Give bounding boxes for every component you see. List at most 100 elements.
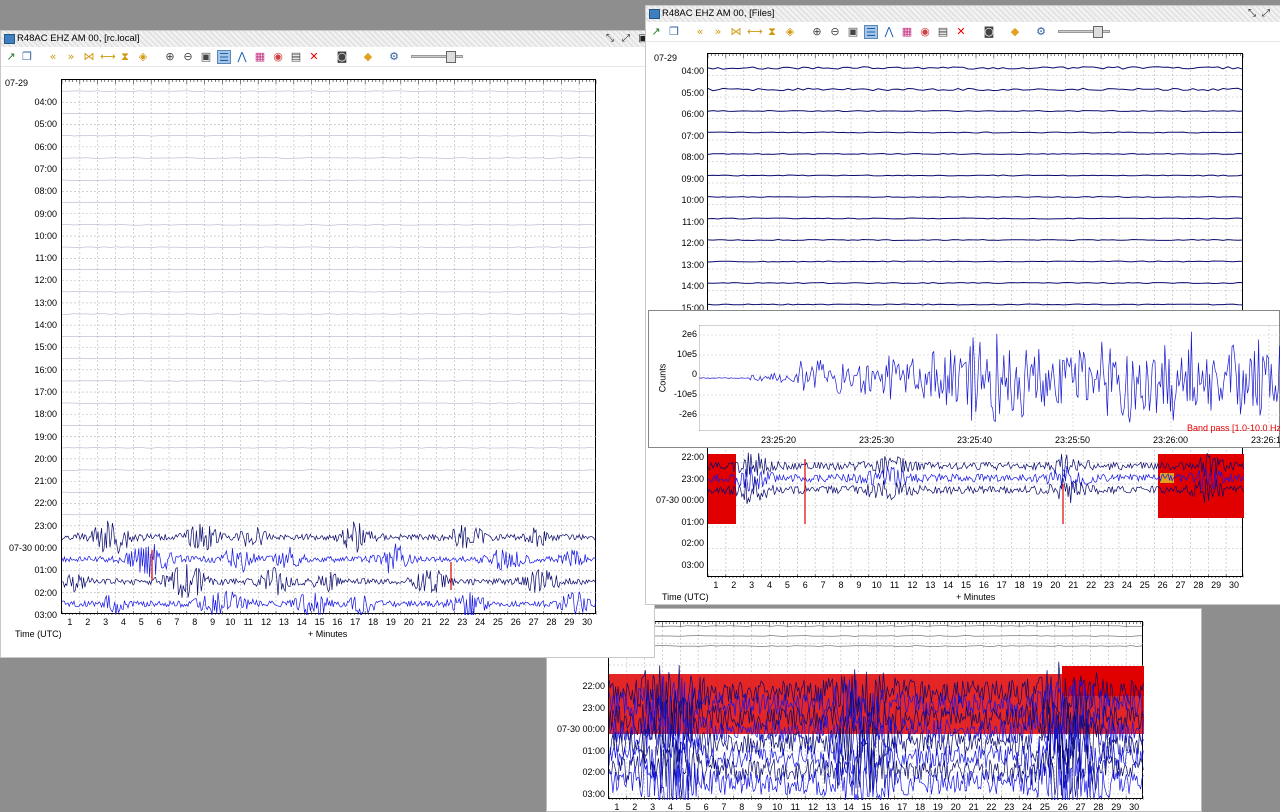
hour-label: 06:00 bbox=[681, 109, 704, 119]
trace-line bbox=[609, 625, 1143, 627]
hour-label: 02:00 bbox=[34, 587, 57, 598]
zoom-slider-knob[interactable] bbox=[446, 51, 456, 63]
hour-label: 19:00 bbox=[34, 431, 57, 442]
trace-line bbox=[62, 202, 597, 204]
minute-label: 30 bbox=[582, 617, 593, 627]
minute-label: 30 bbox=[1229, 580, 1240, 590]
hour-label: 05:00 bbox=[681, 87, 704, 98]
zoom-fit-icon[interactable]: ▣ bbox=[846, 25, 860, 39]
left-title-bar[interactable]: R48AC EHZ AM 00, [rc.local] ⤡ ⤢ ▣ bbox=[1, 31, 654, 47]
settings-icon[interactable]: ⚙ bbox=[387, 50, 401, 64]
hour-label: 08:00 bbox=[681, 152, 704, 162]
maximize-icon[interactable]: ⤢ bbox=[1260, 8, 1272, 19]
trace-line bbox=[62, 380, 597, 382]
zoom-slider[interactable] bbox=[411, 51, 463, 63]
hour-label: 01:00 bbox=[582, 745, 605, 756]
trace-line bbox=[62, 224, 597, 226]
hour-label: 08:00 bbox=[34, 186, 57, 197]
right-minutes-axis-label: + Minutes bbox=[956, 592, 996, 602]
spectrum-icon[interactable]: ⋀ bbox=[235, 50, 249, 64]
export-icon[interactable]: ↗ bbox=[649, 25, 663, 39]
waveform-xtick: 23:25:40 bbox=[957, 435, 993, 445]
filter-icon[interactable]: ◈ bbox=[136, 50, 150, 64]
hourglass-icon[interactable]: ⧗ bbox=[118, 50, 132, 64]
rewind-icon[interactable]: « bbox=[693, 25, 707, 39]
helicorder-icon[interactable]: ☰ bbox=[864, 25, 878, 39]
waveform-line bbox=[699, 331, 1280, 423]
right-toolbar: ↗ ❐ « » ⋈ ⟷ ⧗ ◈ ⊕ ⊖ ▣ ☰ ⋀ ▦ ◉ ▤ ✕ ◙ ◆ ⚙ bbox=[646, 22, 1280, 42]
maximize-icon[interactable]: ⤢ bbox=[620, 33, 632, 44]
hour-label: 11:00 bbox=[35, 253, 57, 264]
waveform-trace bbox=[699, 325, 1280, 431]
zoom-fit-icon[interactable]: ▣ bbox=[199, 50, 213, 64]
hourglass-icon[interactable]: ⧗ bbox=[765, 25, 779, 39]
expand-icon[interactable]: ⟷ bbox=[747, 25, 763, 39]
zoom-slider-knob[interactable] bbox=[1093, 26, 1103, 38]
tag-icon[interactable]: ◆ bbox=[361, 50, 375, 64]
left-window-title: R48AC EHZ AM 00, [rc.local] bbox=[17, 33, 140, 44]
hour-label: 16:00 bbox=[34, 364, 57, 375]
hour-label: 21:00 bbox=[34, 476, 57, 487]
close-icon[interactable]: ✕ bbox=[954, 25, 968, 39]
hour-label: 23:00 bbox=[34, 520, 57, 531]
copy-icon[interactable]: ❐ bbox=[20, 50, 34, 64]
left-minutes-axis-label: + Minutes bbox=[308, 629, 348, 639]
zoom-in-icon[interactable]: ⊕ bbox=[810, 25, 824, 39]
hour-label: 11:00 bbox=[682, 216, 704, 227]
spectrum-icon[interactable]: ⋀ bbox=[882, 25, 896, 39]
trace-line bbox=[708, 260, 1244, 263]
waveform-xtick: 23:25:20 bbox=[761, 435, 797, 445]
spectrogram-icon[interactable]: ▦ bbox=[900, 25, 914, 39]
rewind-icon[interactable]: « bbox=[46, 50, 60, 64]
event-highlight bbox=[708, 454, 736, 524]
settings-icon[interactable]: ⚙ bbox=[1034, 25, 1048, 39]
close-icon[interactable]: ✕ bbox=[307, 50, 321, 64]
bottom-helicorder-plot[interactable] bbox=[608, 621, 1144, 800]
copy-icon[interactable]: ❐ bbox=[667, 25, 681, 39]
hour-label: 06:00 bbox=[34, 141, 57, 152]
trace-line bbox=[62, 135, 597, 137]
hour-label: 13:00 bbox=[34, 297, 57, 308]
forward-icon[interactable]: » bbox=[711, 25, 725, 39]
filter-label: Band pass [1.0-10.0 Hz bbox=[1187, 423, 1280, 433]
right-title-bar[interactable]: R48AC EHZ AM 00, [Files] ⤡ ⤢ bbox=[646, 6, 1280, 22]
filter-icon[interactable]: ◈ bbox=[783, 25, 797, 39]
left-helicorder-plot[interactable] bbox=[61, 79, 597, 615]
restore-icon[interactable]: ⤡ bbox=[604, 33, 616, 44]
hour-label: 02:00 bbox=[681, 538, 704, 548]
hour-label: 04:00 bbox=[34, 97, 57, 108]
trace-line bbox=[708, 131, 1244, 134]
zoom-in-icon[interactable]: ⊕ bbox=[163, 50, 177, 64]
selection-box bbox=[1160, 473, 1174, 483]
forward-icon[interactable]: » bbox=[64, 50, 78, 64]
hour-label: 13:00 bbox=[681, 259, 704, 270]
right-window-title: R48AC EHZ AM 00, [Files] bbox=[662, 8, 775, 19]
zoom-slider[interactable] bbox=[1058, 26, 1110, 38]
restore-icon[interactable]: ⤡ bbox=[1246, 8, 1258, 19]
zoom-out-icon[interactable]: ⊖ bbox=[181, 50, 195, 64]
app-icon bbox=[649, 9, 660, 19]
hour-label: 07-30 00:00 bbox=[8, 542, 57, 553]
spectrogram-icon[interactable]: ▦ bbox=[253, 50, 267, 64]
shrink-icon[interactable]: ⋈ bbox=[729, 25, 743, 39]
trash-icon[interactable]: ▤ bbox=[936, 25, 950, 39]
camera-icon[interactable]: ◙ bbox=[982, 25, 996, 39]
left-time-axis-label: Time (UTC) bbox=[15, 629, 62, 639]
trace-line bbox=[62, 179, 597, 181]
trace-line bbox=[62, 358, 597, 360]
trace-line bbox=[62, 543, 597, 578]
export-icon[interactable]: ↗ bbox=[4, 50, 18, 64]
palette-icon[interactable]: ◉ bbox=[918, 25, 932, 39]
shrink-icon[interactable]: ⋈ bbox=[82, 50, 96, 64]
hour-label: 02:00 bbox=[582, 767, 605, 777]
trace-line bbox=[62, 246, 597, 248]
camera-icon[interactable]: ◙ bbox=[335, 50, 349, 64]
waveform-popup[interactable]: Counts 2e6 10e5 0 -10e5 -2e6 23:25:20 23:25:3… bbox=[648, 310, 1280, 448]
expand-icon[interactable]: ⟷ bbox=[100, 50, 116, 64]
palette-icon[interactable]: ◉ bbox=[271, 50, 285, 64]
helicorder-icon[interactable]: ☰ bbox=[217, 50, 231, 64]
tag-icon[interactable]: ◆ bbox=[1008, 25, 1022, 39]
right-helicorder-window: R48AC EHZ AM 00, [Files] ⤡ ⤢ ↗ ❐ « » ⋈ ⟷ ⧗ ◈ ⊕ ⊖ ▣… bbox=[645, 5, 1280, 605]
trash-icon[interactable]: ▤ bbox=[289, 50, 303, 64]
zoom-out-icon[interactable]: ⊖ bbox=[828, 25, 842, 39]
